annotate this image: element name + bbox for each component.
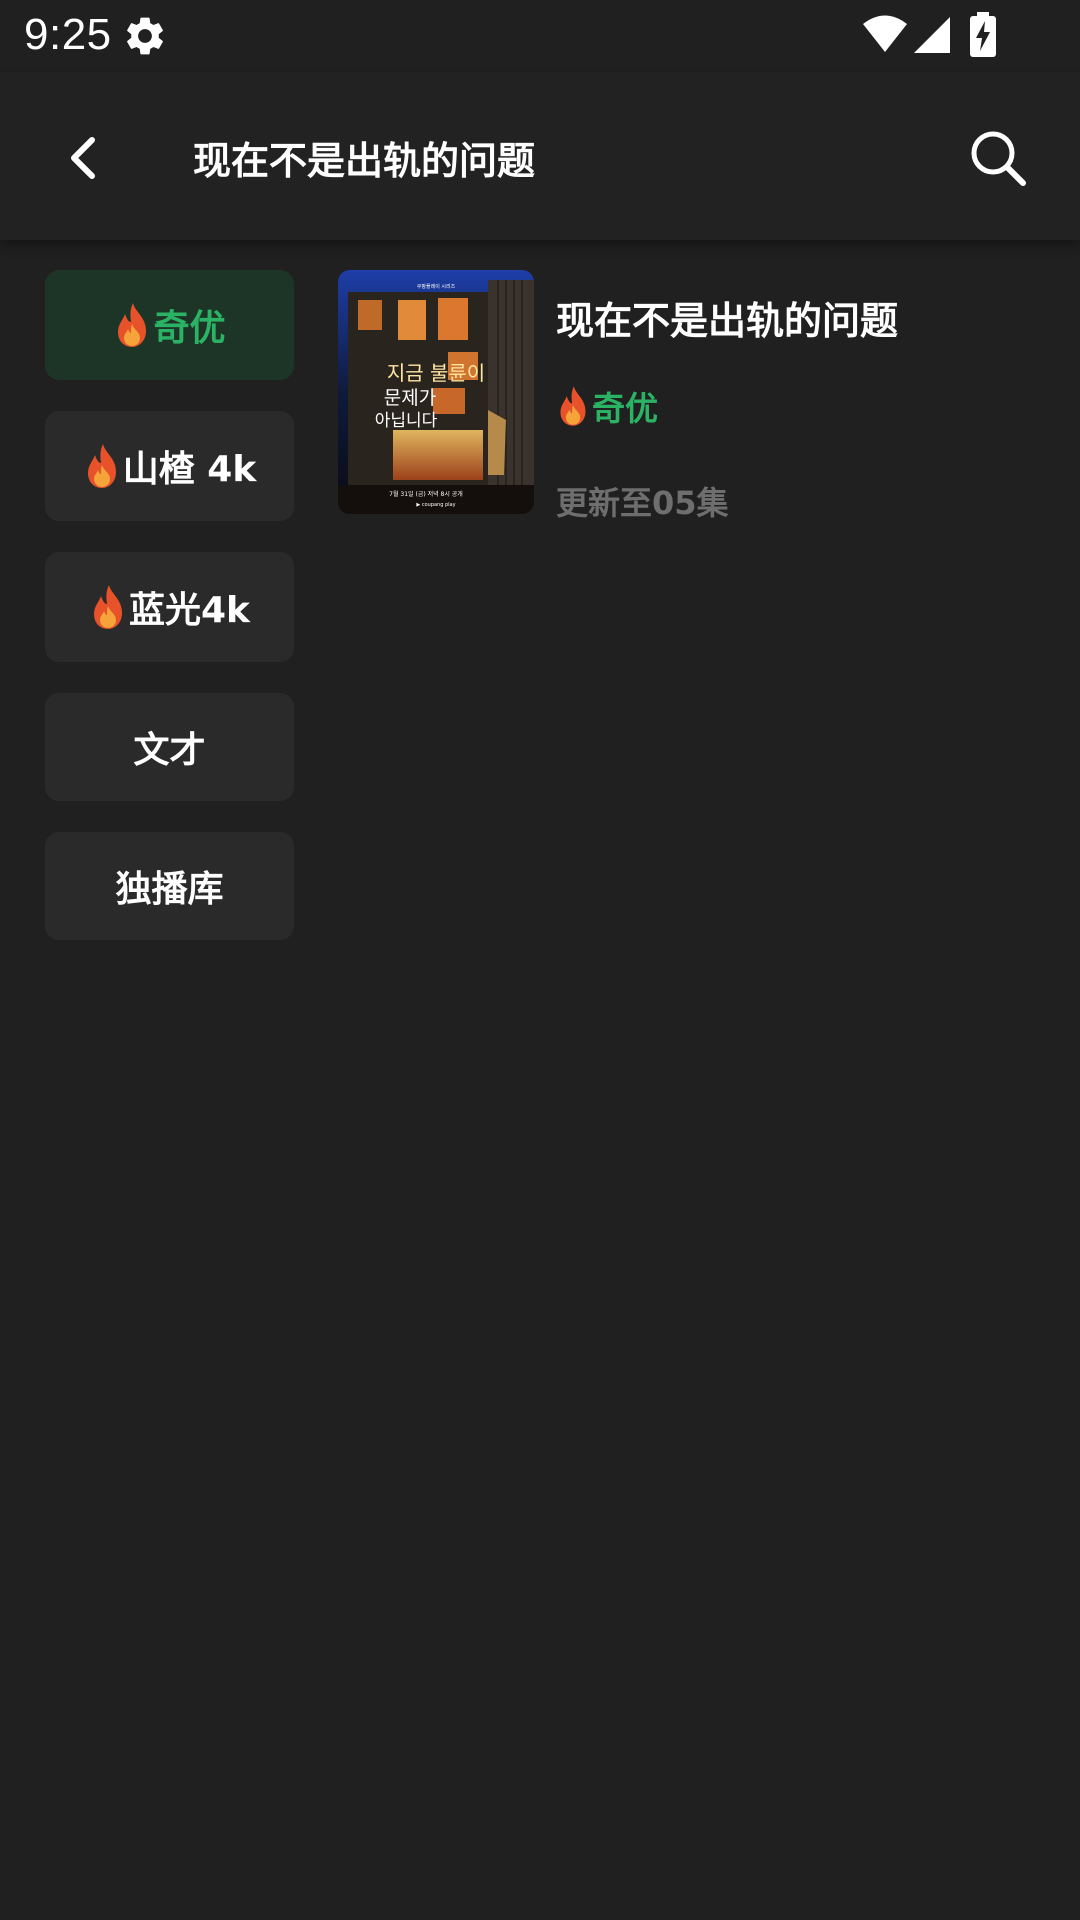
poster-image[interactable]: 쿠팡플레이 시리즈 지금 불륜이 문제가 아닙니다 7월 31일 (금) 저녁 …	[338, 270, 534, 514]
signal-icon	[914, 17, 950, 53]
source-item-wencai[interactable]: 文才	[45, 693, 294, 801]
battery-charging-icon	[970, 12, 996, 57]
wifi-icon	[863, 15, 907, 52]
source-label: 奇优	[153, 308, 226, 349]
source-item-shanzha-4k[interactable]: 山楂 4k	[45, 411, 294, 521]
flame-icon	[560, 386, 586, 426]
poster-brand: ▶ coupang play	[416, 502, 455, 508]
result-source-label: 奇优	[592, 389, 658, 428]
gear-icon	[127, 17, 163, 55]
source-item-dubokul[interactable]: 独播库	[45, 832, 294, 940]
poster-headline-1: 지금 불륜이	[387, 361, 485, 385]
source-label: 独播库	[115, 869, 224, 910]
result-title: 现在不是出轨的问题	[556, 299, 899, 343]
source-item-qiyou[interactable]: 奇优	[45, 270, 294, 380]
result-update-status: 更新至05集	[556, 484, 729, 522]
search-icon[interactable]	[968, 128, 1028, 188]
poster-headline-2: 문제가	[384, 387, 436, 409]
poster-headline-3: 아닙니다	[375, 411, 438, 431]
result-card[interactable]: 쿠팡플레이 시리즈 지금 불륜이 문제가 아닙니다 7월 31일 (금) 저녁 …	[338, 270, 1038, 522]
source-item-languang-4k[interactable]: 蓝光4k	[45, 552, 294, 662]
status-time: 9:25	[24, 10, 112, 59]
status-bar: 9:25	[0, 0, 1080, 72]
source-label: 文才	[133, 730, 206, 771]
page-title: 现在不是出轨的问题	[193, 139, 536, 183]
flame-icon	[118, 303, 147, 347]
source-label: 蓝光4k	[129, 590, 250, 631]
result-source: 奇优	[556, 382, 658, 430]
back-chevron-icon[interactable]	[52, 126, 116, 190]
app-bar: 现在不是出轨的问题	[0, 72, 1080, 240]
flame-icon	[87, 444, 116, 488]
flame-icon	[94, 585, 122, 629]
poster-top-text: 쿠팡플레이 시리즈	[417, 283, 456, 290]
source-label: 山楂 4k	[122, 449, 257, 490]
poster-date: 7월 31일 (금) 저녁 8시 공개	[389, 490, 463, 498]
